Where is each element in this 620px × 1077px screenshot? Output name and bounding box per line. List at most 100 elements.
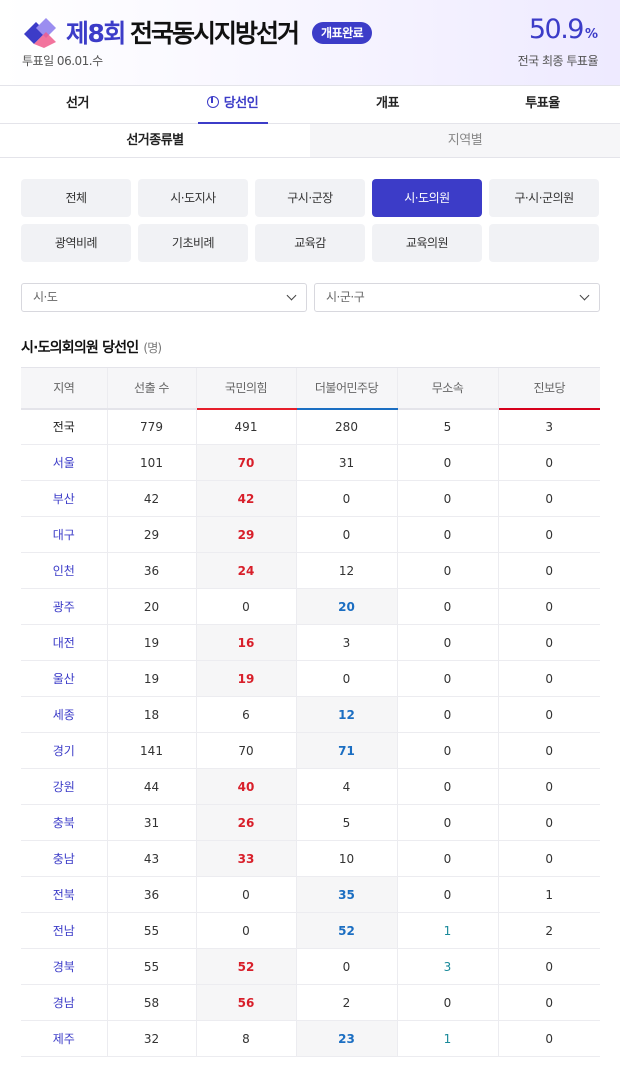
election-logo-icon xyxy=(24,18,56,48)
democratic-cell: 0 xyxy=(295,948,397,985)
header-region: 지역 xyxy=(21,367,107,410)
seats-cell: 141 xyxy=(106,732,196,769)
ppp-cell: 52 xyxy=(195,948,296,985)
tab-counting[interactable]: 개표 xyxy=(310,86,465,123)
ppp-cell: 56 xyxy=(195,984,296,1021)
progressive-cell: 0 xyxy=(497,480,600,517)
election-type-governor[interactable]: 시·도지사 xyxy=(138,179,248,217)
table-header-row: 지역 선출 수 국민의힘 더불어민주당 무소속 진보당 xyxy=(21,367,600,410)
progressive-cell: 0 xyxy=(497,624,600,661)
progressive-cell: 0 xyxy=(497,732,600,769)
independent-cell: 0 xyxy=(396,624,498,661)
democratic-cell: 0 xyxy=(295,660,397,697)
election-type-mayor[interactable]: 구시·군장 xyxy=(255,179,365,217)
region-cell: 인천 xyxy=(21,552,107,589)
seats-cell: 779 xyxy=(106,408,196,445)
header-seats: 선출 수 xyxy=(106,367,196,410)
region-cell: 제주 xyxy=(21,1020,107,1057)
chevron-down-icon xyxy=(579,290,590,301)
table-row: 전남 55 0 52 1 2 xyxy=(21,912,600,949)
region-cell: 서울 xyxy=(21,444,107,481)
ppp-cell: 29 xyxy=(195,516,296,553)
table-row: 세종 18 6 12 0 0 xyxy=(21,696,600,733)
tab-by-region[interactable]: 지역별 xyxy=(310,124,620,157)
tab-label: 개표 xyxy=(376,96,399,111)
independent-cell: 0 xyxy=(396,876,498,913)
progressive-cell: 0 xyxy=(497,768,600,805)
ppp-cell: 33 xyxy=(195,840,296,877)
ppp-cell: 491 xyxy=(195,408,296,445)
sigungu-select[interactable]: 시·군·구 xyxy=(314,283,600,312)
progressive-cell: 0 xyxy=(497,804,600,841)
seats-cell: 29 xyxy=(106,516,196,553)
democratic-cell: 4 xyxy=(295,768,397,805)
independent-cell: 0 xyxy=(396,516,498,553)
table-row: 경북 55 52 0 3 0 xyxy=(21,948,600,985)
tab-winners[interactable]: 당선인 xyxy=(155,86,310,124)
vote-date: 투표일 06.01.수 xyxy=(22,54,103,68)
election-type-provincial-council[interactable]: 시·도의원 xyxy=(372,179,482,217)
region-cell: 충남 xyxy=(21,840,107,877)
progressive-cell: 0 xyxy=(497,660,600,697)
region-cell: 전북 xyxy=(21,876,107,913)
table-row: 강원 44 40 4 0 0 xyxy=(21,768,600,805)
region-cell: 충북 xyxy=(21,804,107,841)
tab-by-election-type[interactable]: 선거종류별 xyxy=(0,124,310,157)
table-row: 경기 141 70 71 0 0 xyxy=(21,732,600,769)
tab-label: 당선인 xyxy=(223,96,259,111)
democratic-cell: 35 xyxy=(295,876,397,913)
seats-cell: 36 xyxy=(106,552,196,589)
election-type-superintendent[interactable]: 교육감 xyxy=(255,224,365,262)
seats-cell: 19 xyxy=(106,660,196,697)
democratic-cell: 5 xyxy=(295,804,397,841)
election-type-local-council[interactable]: 구·시·군의원 xyxy=(489,179,599,217)
progressive-cell: 0 xyxy=(497,840,600,877)
section-title: 시·도의회의원 당선인 (명) xyxy=(21,337,162,357)
election-type-provincial-pr[interactable]: 광역비례 xyxy=(21,224,131,262)
election-title: 전국동시지방선거 xyxy=(130,19,300,48)
region-cell: 울산 xyxy=(21,660,107,697)
ppp-cell: 6 xyxy=(195,696,296,733)
independent-cell: 0 xyxy=(396,984,498,1021)
independent-cell: 3 xyxy=(396,948,498,985)
status-badge: 개표완료 xyxy=(312,22,373,44)
ppp-cell: 0 xyxy=(195,912,296,949)
election-type-local-pr[interactable]: 기초비례 xyxy=(138,224,248,262)
table-row: 대구 29 29 0 0 0 xyxy=(21,516,600,553)
progressive-cell: 3 xyxy=(497,408,600,445)
progressive-cell: 0 xyxy=(497,948,600,985)
election-type-education-council[interactable]: 교육의원 xyxy=(372,224,482,262)
ppp-cell: 26 xyxy=(195,804,296,841)
tab-label: 투표율 xyxy=(525,96,560,111)
sido-select[interactable]: 시·도 xyxy=(21,283,307,312)
ppp-cell: 0 xyxy=(195,876,296,913)
independent-cell: 0 xyxy=(396,588,498,625)
seats-cell: 42 xyxy=(106,480,196,517)
election-type-empty xyxy=(489,224,599,262)
turnout-unit: % xyxy=(584,27,598,42)
section-unit: (명) xyxy=(143,341,162,355)
seats-cell: 55 xyxy=(106,948,196,985)
independent-cell: 1 xyxy=(396,912,498,949)
chevron-down-icon xyxy=(286,290,297,301)
tab-turnout[interactable]: 투표율 xyxy=(465,86,620,123)
election-number: 제8회 xyxy=(66,19,126,48)
progressive-cell: 0 xyxy=(497,444,600,481)
header-democratic: 더불어민주당 xyxy=(295,367,397,410)
independent-cell: 0 xyxy=(396,804,498,841)
turnout-display: 50.9% xyxy=(529,14,598,45)
ppp-cell: 24 xyxy=(195,552,296,589)
region-cell: 강원 xyxy=(21,768,107,805)
election-header: 제8회 전국동시지방선거 개표완료 투표일 06.01.수 50.9% 전국 최… xyxy=(0,0,620,86)
tab-election[interactable]: 선거 xyxy=(0,86,155,123)
democratic-cell: 0 xyxy=(295,480,397,517)
turnout-value: 50.9 xyxy=(528,14,585,45)
section-title-text: 시·도의회의원 당선인 xyxy=(21,340,139,356)
election-type-all[interactable]: 전체 xyxy=(21,179,131,217)
democratic-cell: 71 xyxy=(295,732,397,769)
democratic-cell: 12 xyxy=(295,696,397,733)
democratic-cell: 10 xyxy=(295,840,397,877)
region-cell: 전국 xyxy=(21,408,107,445)
ppp-cell: 70 xyxy=(195,732,296,769)
election-type-grid: 전체 시·도지사 구시·군장 시·도의원 구·시·군의원 광역비례 기초비례 교… xyxy=(21,179,600,262)
